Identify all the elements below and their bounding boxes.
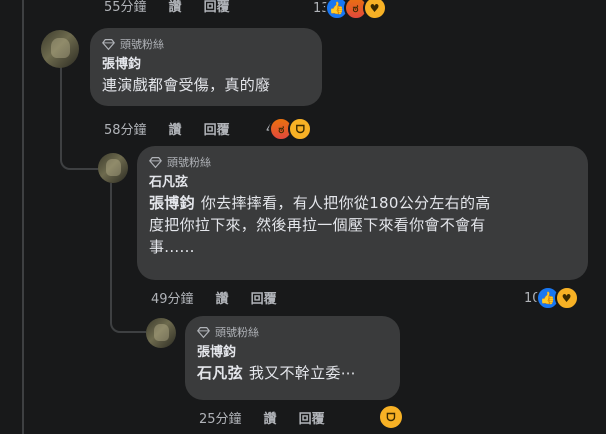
avatar[interactable] <box>98 153 128 183</box>
comment-meta: 25分鐘 讚 回覆 <box>199 408 325 427</box>
top-fan-badge: 頭號粉絲 <box>197 324 388 340</box>
mention-tag[interactable]: 張博鈞 <box>149 194 195 212</box>
diamond-icon <box>149 156 162 168</box>
care-reaction-icon: ♥ <box>362 0 387 20</box>
haha-reaction-icon: ᗜ <box>378 404 404 430</box>
comment-meta: 58分鐘 讚 回覆 <box>104 119 230 138</box>
comment-bubble: 頭號粉絲 石凡弦 張博鈞 你去摔摔看，有人把你從180公分左右的高 度把你拉下來，… <box>137 146 588 280</box>
timestamp: 55分鐘 <box>104 0 147 15</box>
reply-button[interactable]: 回覆 <box>251 288 277 307</box>
avatar[interactable] <box>41 30 79 68</box>
comment-text: 石凡弦 我又不幹立委⋯ <box>197 362 388 384</box>
comment-text: 張博鈞 你去摔摔看，有人把你從180公分左右的高 度把你拉下來，然後再拉一個壓下來… <box>149 192 576 258</box>
reactions-summary[interactable]: ᗜ <box>376 404 404 430</box>
reply-button[interactable]: 回覆 <box>204 119 230 138</box>
reactions-summary[interactable]: 4 ಠ ᗜ <box>266 117 313 141</box>
avatar[interactable] <box>146 318 176 348</box>
like-button[interactable]: 讚 <box>264 408 277 427</box>
comment-text-line: 事...... <box>149 238 195 256</box>
comment-author[interactable]: 石凡弦 <box>149 174 576 192</box>
comment-bubble: 頭號粉絲 張博鈞 連演戲都會受傷，真的廢 <box>90 28 322 106</box>
comment-meta: 55分鐘 讚 回覆 <box>104 0 230 15</box>
reactions-summary[interactable]: 13 👍 ಠ ♥ <box>313 0 387 20</box>
like-button[interactable]: 讚 <box>216 288 229 307</box>
haha-reaction-icon: ᗜ <box>288 117 313 141</box>
reactions-summary[interactable]: 10 👍 ♥ <box>524 286 579 310</box>
comment-text: 連演戲都會受傷，真的廢 <box>102 76 271 94</box>
care-reaction-icon: ♥ <box>554 286 579 310</box>
thread-line <box>22 0 24 434</box>
comment-author[interactable]: 張博鈞 <box>197 344 388 362</box>
comment-text-line: 度把你拉下來，然後再拉一個壓下來看你會不會有 <box>149 216 486 234</box>
comment-meta: 49分鐘 讚 回覆 <box>151 288 277 307</box>
reply-button[interactable]: 回覆 <box>204 0 230 15</box>
diamond-icon <box>197 326 210 338</box>
timestamp: 25分鐘 <box>199 412 242 427</box>
timestamp: 58分鐘 <box>104 123 147 138</box>
diamond-icon <box>102 38 115 50</box>
comment-text-line: 你去摔摔看，有人把你從180公分左右的高 <box>200 194 491 212</box>
timestamp: 49分鐘 <box>151 292 194 307</box>
badge-label: 頭號粉絲 <box>167 156 211 169</box>
badge-label: 頭號粉絲 <box>120 38 164 51</box>
top-fan-badge: 頭號粉絲 <box>149 154 576 170</box>
comment-bubble: 頭號粉絲 張博鈞 石凡弦 我又不幹立委⋯ <box>185 316 400 400</box>
top-fan-badge: 頭號粉絲 <box>102 36 310 52</box>
comment-text-body: 我又不幹立委⋯ <box>248 364 357 382</box>
reply-button[interactable]: 回覆 <box>299 408 325 427</box>
like-button[interactable]: 讚 <box>169 119 182 138</box>
like-button[interactable]: 讚 <box>169 0 182 15</box>
mention-tag[interactable]: 石凡弦 <box>197 364 243 382</box>
comment-author[interactable]: 張博鈞 <box>102 56 310 74</box>
badge-label: 頭號粉絲 <box>215 326 259 339</box>
